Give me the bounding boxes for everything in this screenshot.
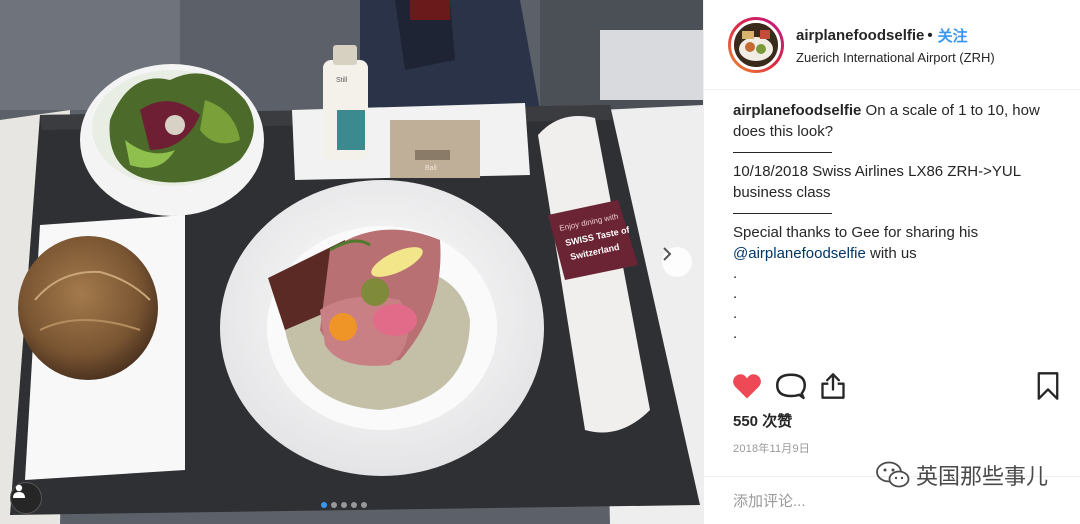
username[interactable]: airplanefoodselfie (796, 27, 924, 44)
separator-dot: • (927, 26, 933, 44)
like-button[interactable] (732, 372, 762, 400)
wechat-icon (876, 461, 910, 488)
carousel-dot (321, 502, 327, 508)
user-tag-icon (13, 484, 25, 498)
carousel-indicator (321, 502, 367, 508)
comment-button[interactable] (776, 371, 806, 401)
caption-divider (733, 213, 832, 214)
caption-divider (733, 152, 832, 153)
watermark: 英国那些事儿 (876, 459, 1048, 491)
comment-input[interactable]: 添加评论... (733, 490, 806, 511)
carousel-dot (331, 502, 337, 508)
carousel-dot (361, 502, 367, 508)
avatar[interactable] (731, 19, 781, 70)
post-caption: airplanefoodselfie On a scale of 1 to 10… (704, 90, 1080, 358)
carousel-next-button[interactable] (662, 247, 692, 277)
heart-icon (733, 374, 761, 399)
bookmark-icon (1037, 372, 1059, 400)
post-header: airplanefoodselfie • 关注 Zuerich Internat… (704, 0, 1080, 90)
post-details-panel: airplanefoodselfie • 关注 Zuerich Internat… (703, 0, 1080, 524)
location-link[interactable]: Zuerich International Airport (ZRH) (796, 50, 995, 65)
mention-link[interactable]: @airplanefoodselfie (733, 245, 866, 262)
carousel-dot (351, 502, 357, 508)
caption-username[interactable]: airplanefoodselfie (733, 102, 861, 119)
user-tag-button[interactable] (10, 482, 42, 514)
share-button[interactable] (820, 372, 846, 400)
watermark-text: 英国那些事儿 (915, 464, 1048, 489)
follow-button[interactable]: 关注 (938, 25, 968, 46)
caption-line-3-prefix: Special thanks to Gee for sharing his (733, 224, 979, 241)
next-arrow-icon (663, 247, 672, 261)
post-photo[interactable]: Enjoy dining with SWISS Taste of Switzer… (0, 0, 703, 524)
caption-line-3-suffix: with us (865, 245, 917, 262)
share-icon (821, 373, 845, 399)
comment-icon (776, 373, 806, 400)
caption-dot: . (733, 265, 738, 282)
likes-count[interactable]: 550 次赞 (733, 410, 792, 431)
bottle-label: Still (336, 77, 348, 84)
avatar-food-image (734, 22, 778, 67)
caption-line-2: 10/18/2018 Swiss Airlines LX86 ZRH->YUL … (733, 163, 1021, 201)
caption-dot: . (733, 285, 738, 302)
butter-card-label: Ball (425, 165, 437, 172)
caption-dot: . (733, 305, 738, 322)
carousel-dot (341, 502, 347, 508)
caption-dot: . (733, 325, 738, 342)
post-date[interactable]: 2018年11月9日 (733, 440, 810, 456)
avatar-story-ring[interactable] (728, 16, 784, 73)
save-button[interactable] (1036, 371, 1060, 401)
meal-photo-illustration: Enjoy dining with SWISS Taste of Switzer… (0, 0, 703, 524)
action-bar (732, 368, 1060, 404)
